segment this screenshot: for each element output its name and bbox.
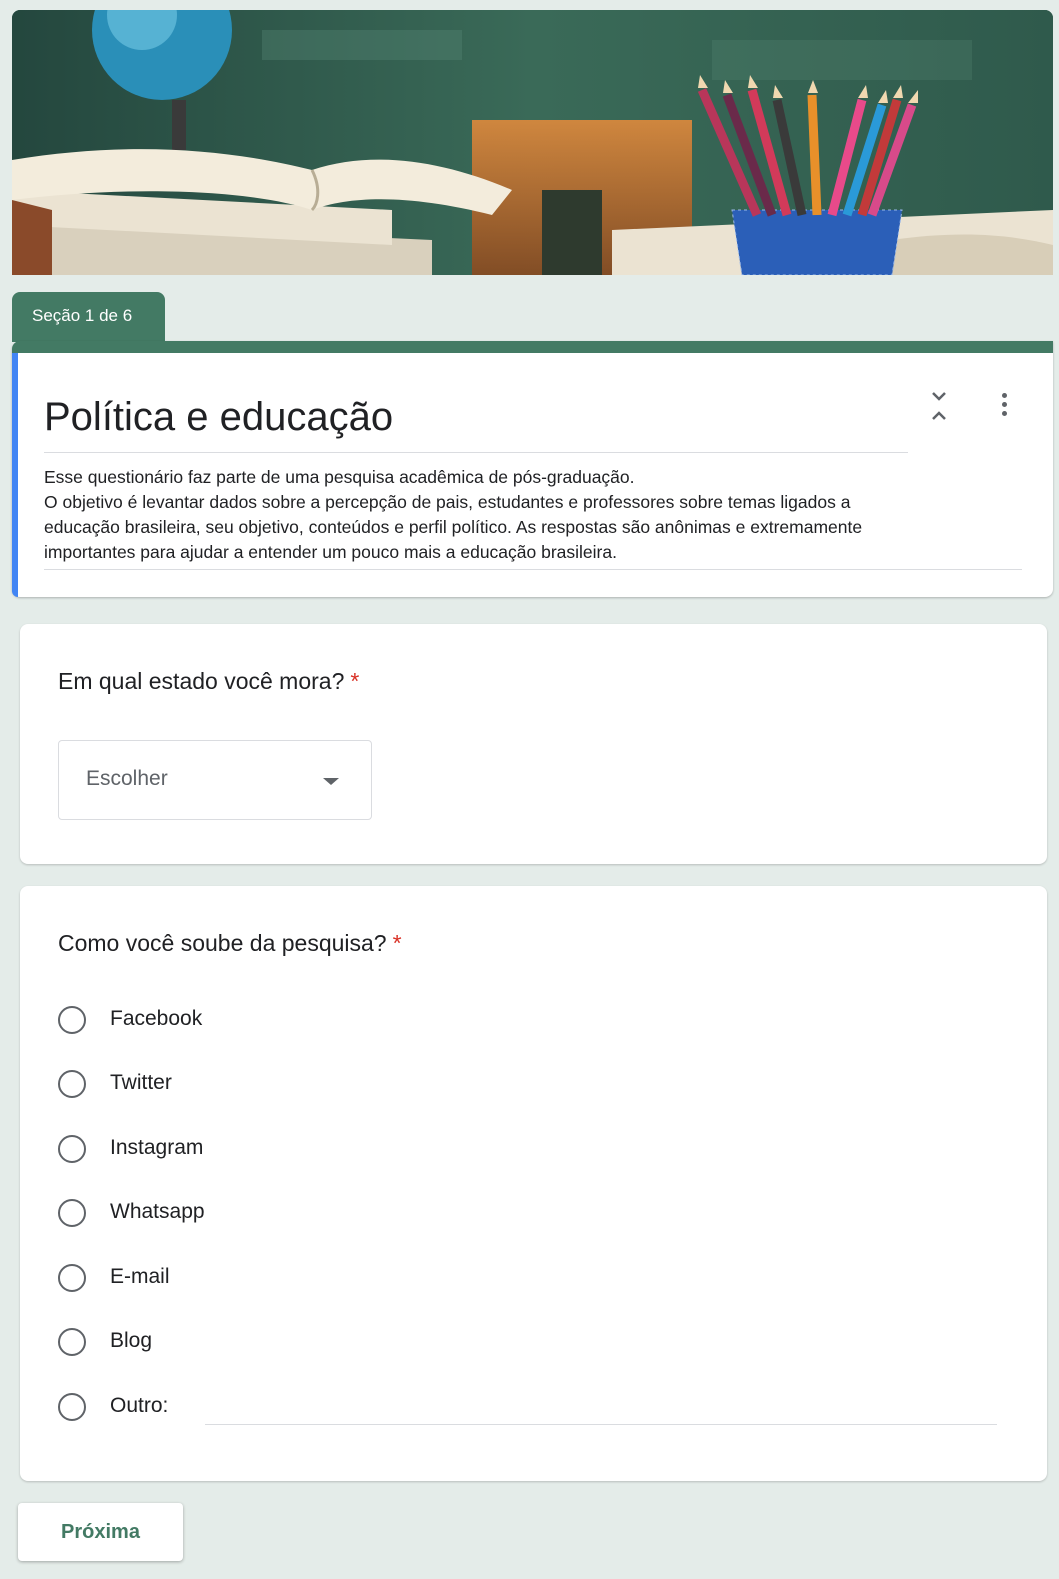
radio-button[interactable] bbox=[58, 1199, 86, 1227]
required-mark: * bbox=[392, 930, 402, 956]
radio-button[interactable] bbox=[58, 1135, 86, 1163]
description-line: importantes para ajudar a entender um po… bbox=[44, 542, 617, 562]
collapse-icon[interactable] bbox=[927, 389, 951, 425]
dropdown-placeholder: Escolher bbox=[86, 767, 168, 790]
question-text: Em qual estado você mora? bbox=[58, 668, 345, 694]
section-label: Seção 1 de 6 bbox=[32, 306, 133, 325]
description-line: O objetivo é levantar dados sobre a perc… bbox=[44, 492, 851, 512]
dropdown-caret-icon bbox=[323, 778, 339, 785]
radio-button[interactable] bbox=[58, 1264, 86, 1292]
option-label: E-mail bbox=[110, 1265, 170, 1288]
question-text: Como você soube da pesquisa? bbox=[58, 930, 387, 956]
option-label: Instagram bbox=[110, 1136, 204, 1159]
section-indicator: Seção 1 de 6 bbox=[12, 292, 165, 342]
radio-button[interactable] bbox=[58, 1006, 86, 1034]
other-text-input[interactable] bbox=[205, 1424, 997, 1425]
radio-button[interactable] bbox=[58, 1070, 86, 1098]
header-banner-image bbox=[12, 10, 1053, 275]
question-title: Como você soube da pesquisa? * bbox=[58, 930, 402, 957]
form-title: Política e educação bbox=[44, 395, 908, 453]
question-card-source: Como você soube da pesquisa? * Facebook T… bbox=[20, 886, 1047, 1481]
option-label: Blog bbox=[110, 1329, 153, 1352]
radio-button[interactable] bbox=[58, 1328, 86, 1356]
form-description: Esse questionário faz parte de uma pesqu… bbox=[44, 465, 1022, 570]
description-line: educação brasileira, seu objetivo, conte… bbox=[44, 517, 863, 537]
question-title: Em qual estado você mora? * bbox=[58, 668, 359, 695]
required-mark: * bbox=[350, 668, 360, 694]
option-label: Twitter bbox=[110, 1071, 172, 1094]
more-vert-icon[interactable] bbox=[992, 393, 1016, 423]
next-button[interactable]: Próxima bbox=[18, 1503, 183, 1561]
option-label: Outro: bbox=[110, 1394, 169, 1417]
description-line: Esse questionário faz parte de uma pesqu… bbox=[44, 467, 635, 487]
option-label: Facebook bbox=[110, 1007, 203, 1030]
form-header-card: Política e educação Esse questionário fa… bbox=[12, 341, 1053, 597]
state-dropdown[interactable]: Escolher bbox=[58, 740, 372, 820]
option-label: Whatsapp bbox=[110, 1200, 205, 1223]
question-card-state: Em qual estado você mora? * Escolher bbox=[20, 624, 1047, 864]
radio-button[interactable] bbox=[58, 1393, 86, 1421]
